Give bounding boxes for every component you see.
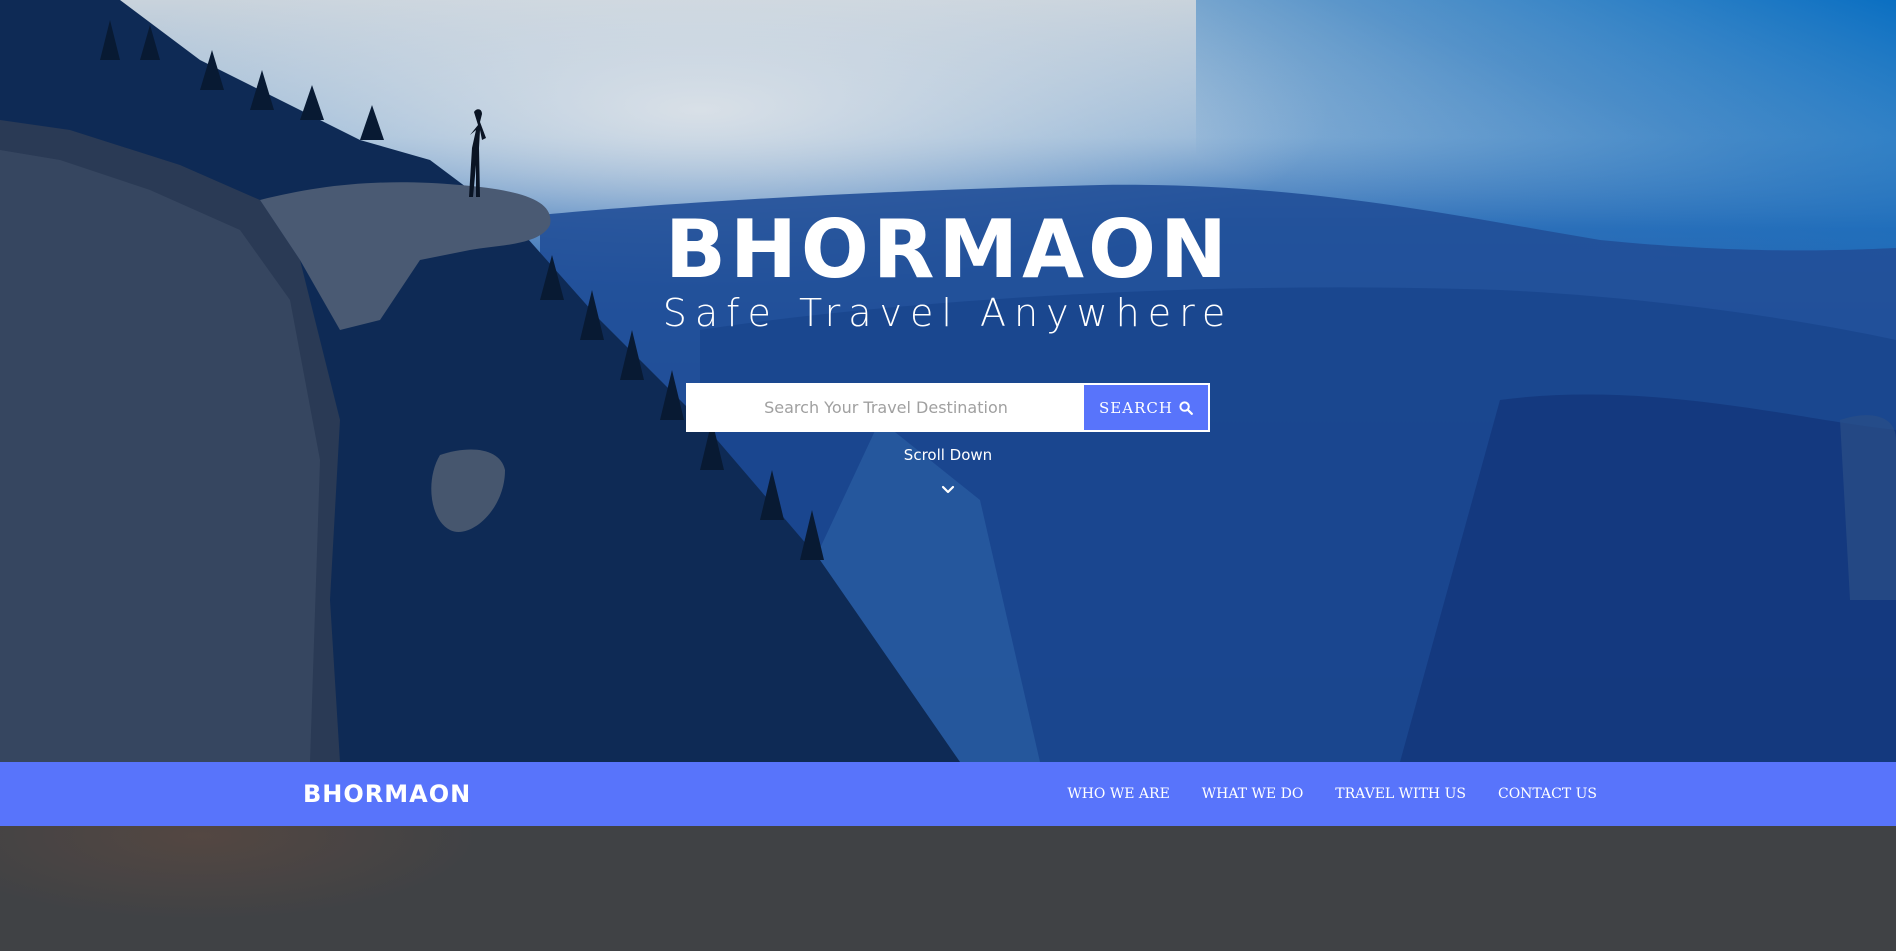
mountain-landscape-image [0,0,1896,762]
search-button[interactable]: SEARCH [1084,385,1208,430]
main-navbar: BHORMAON WHO WE ARE WHAT WE DO TRAVEL WI… [0,762,1896,826]
nav-link-contact-us[interactable]: CONTACT US [1498,786,1597,802]
scroll-down-link[interactable]: Scroll Down [0,446,1896,464]
search-bar: SEARCH [686,383,1210,432]
nav-links: WHO WE ARE WHAT WE DO TRAVEL WITH US CON… [1067,762,1597,826]
search-button-label: SEARCH [1099,398,1173,417]
hero-section: BHORMAON Safe Travel Anywhere SEARCH Scr… [0,0,1896,762]
hero-tagline: Safe Travel Anywhere [662,291,1234,335]
navbar-brand-logo[interactable]: BHORMAON [303,780,471,808]
chevron-down-icon[interactable] [940,482,956,498]
search-input[interactable] [688,385,1084,430]
hero-title: BHORMAON [664,203,1232,296]
nav-link-travel-with-us[interactable]: TRAVEL WITH US [1335,786,1466,802]
next-section-background [0,826,1896,951]
search-icon [1179,400,1193,415]
nav-link-what-we-do[interactable]: WHAT WE DO [1202,786,1304,802]
nav-link-who-we-are[interactable]: WHO WE ARE [1067,786,1169,802]
